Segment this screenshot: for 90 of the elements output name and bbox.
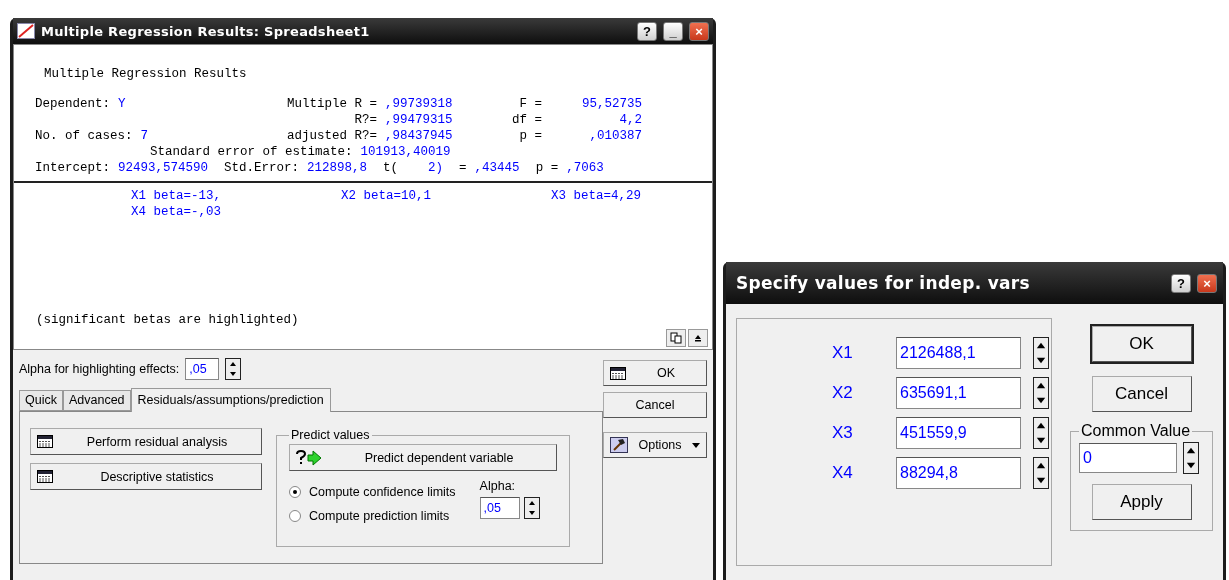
dialog-title: Specify values for indep. vars bbox=[736, 273, 1031, 293]
alpha-label: Alpha: bbox=[479, 479, 517, 493]
window-title: Multiple Regression Results: Spreadsheet1 bbox=[41, 23, 371, 39]
stat-label: R?= bbox=[354, 113, 377, 127]
stat-value: 7 bbox=[140, 129, 149, 143]
variable-label: X1 bbox=[832, 343, 854, 363]
spin-buttons[interactable] bbox=[1183, 442, 1199, 474]
spin-buttons[interactable] bbox=[1033, 377, 1049, 409]
radio-option[interactable]: Compute confidence limits bbox=[289, 485, 456, 499]
stat-value: ,98437945 bbox=[385, 129, 453, 143]
stat-value: ,7063 bbox=[566, 161, 604, 175]
cancel-button[interactable]: Cancel bbox=[1091, 376, 1192, 412]
alpha-field[interactable]: ,05 bbox=[185, 358, 220, 380]
stat-value: 101913,40019 bbox=[360, 145, 451, 159]
stat-label: F = bbox=[519, 97, 542, 111]
group-title: Predict values bbox=[290, 428, 371, 442]
spin-buttons[interactable] bbox=[1033, 417, 1049, 449]
note-text: (significant betas are highlighted) bbox=[36, 313, 299, 327]
variable-label: X4 bbox=[832, 463, 854, 483]
action-button[interactable]: Descriptive statistics bbox=[30, 463, 262, 490]
predict-button[interactable]: Predict dependent variable bbox=[289, 444, 557, 471]
alpha-label: Alpha for highlighting effects: bbox=[19, 362, 180, 376]
radio-button[interactable] bbox=[289, 510, 301, 522]
radio-option[interactable]: Compute prediction limits bbox=[289, 509, 456, 523]
stat-value: 4,2 bbox=[619, 113, 642, 127]
beta-value: X1 beta=-13, bbox=[131, 189, 222, 203]
stat-value: Y bbox=[118, 97, 126, 111]
cancel-button[interactable]: Cancel bbox=[603, 392, 707, 418]
spin-buttons[interactable] bbox=[1033, 337, 1049, 369]
spin-buttons[interactable] bbox=[1033, 457, 1049, 489]
scroll-top-button[interactable] bbox=[688, 329, 708, 347]
action-button[interactable]: Perform residual analysis bbox=[30, 428, 262, 455]
question-arrow-icon bbox=[296, 449, 322, 466]
stat-label: adjusted R?= bbox=[287, 129, 377, 143]
value-field[interactable]: 88294,8 bbox=[896, 457, 1021, 489]
stat-label: Dependent: bbox=[35, 97, 110, 111]
stat-label: = bbox=[459, 161, 467, 175]
stat-label: df = bbox=[512, 113, 542, 127]
tab[interactable]: Quick bbox=[19, 390, 63, 411]
spreadsheet-icon bbox=[37, 435, 53, 448]
ok-button[interactable]: OK bbox=[1091, 326, 1192, 362]
options-button[interactable]: Options bbox=[603, 432, 707, 458]
tab[interactable]: Residuals/assumptions/prediction bbox=[130, 388, 331, 412]
stat-value: ,43445 bbox=[474, 161, 520, 175]
stat-value: ,99739318 bbox=[385, 97, 453, 111]
stat-label: Std.Error: bbox=[224, 161, 300, 175]
stat-label: t( bbox=[383, 161, 399, 175]
value-field[interactable]: 451559,9 bbox=[896, 417, 1021, 449]
stat-value: 95,52735 bbox=[582, 97, 642, 111]
radio-button[interactable] bbox=[289, 486, 301, 498]
stat-value: 212898,8 bbox=[307, 161, 368, 175]
variable-label: X3 bbox=[832, 423, 854, 443]
stat-label: Intercept: bbox=[35, 161, 110, 175]
value-field[interactable]: 2126488,1 bbox=[896, 337, 1021, 369]
common-value-field[interactable]: 0 bbox=[1079, 443, 1177, 473]
value-field[interactable]: 635691,1 bbox=[896, 377, 1021, 409]
spin-buttons[interactable] bbox=[225, 358, 242, 380]
stat-value: ,010387 bbox=[589, 129, 642, 143]
beta-value: X2 beta=10,1 bbox=[341, 189, 432, 203]
spreadsheet-icon bbox=[37, 470, 53, 483]
arrow-up-icon bbox=[693, 333, 703, 343]
apply-button[interactable]: Apply bbox=[1091, 484, 1192, 520]
copy-icon bbox=[670, 332, 682, 344]
stat-label: p = bbox=[535, 161, 559, 175]
spreadsheet-icon bbox=[610, 366, 626, 380]
variable-label: X2 bbox=[832, 383, 854, 403]
alpha-field[interactable]: ,05 bbox=[479, 497, 520, 519]
help-button[interactable]: ? bbox=[1171, 273, 1191, 293]
stat-value: 2) bbox=[428, 161, 444, 175]
stat-value: ,99479315 bbox=[385, 113, 453, 127]
help-button[interactable]: ? bbox=[637, 21, 657, 41]
stat-label: Multiple R = bbox=[287, 97, 377, 111]
tab[interactable]: Advanced bbox=[62, 390, 131, 411]
spin-buttons[interactable] bbox=[523, 497, 540, 519]
minimize-button[interactable]: _ bbox=[663, 21, 683, 41]
ok-button[interactable]: OK bbox=[603, 360, 707, 386]
group-title: Common Value bbox=[1080, 422, 1192, 440]
caret-icon bbox=[692, 442, 700, 448]
stat-value: 92493,574590 bbox=[118, 161, 209, 175]
close-button[interactable]: × bbox=[1197, 273, 1217, 293]
results-heading: Multiple Regression Results bbox=[44, 67, 247, 81]
chart-icon bbox=[17, 23, 35, 39]
stat-label: No. of cases: bbox=[35, 129, 133, 143]
beta-value: X4 beta=-,03 bbox=[131, 205, 222, 219]
hammer-icon bbox=[610, 437, 628, 453]
beta-value: X3 beta=4,29 bbox=[551, 189, 642, 203]
stat-label: p = bbox=[519, 129, 542, 143]
stat-label: Standard error of estimate: bbox=[150, 145, 353, 159]
copy-button[interactable] bbox=[666, 329, 686, 347]
close-button[interactable]: × bbox=[689, 21, 709, 41]
